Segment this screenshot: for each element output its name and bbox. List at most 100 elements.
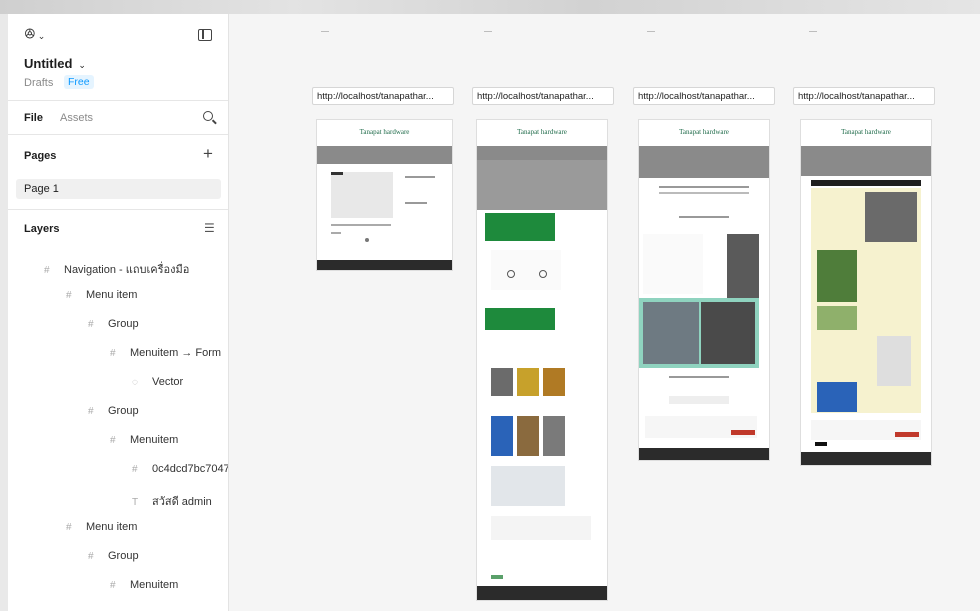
frame-marker: [809, 31, 817, 32]
layers-list-icon[interactable]: ☰: [204, 221, 215, 235]
warehouse-image: [643, 302, 699, 364]
nav-bar: [477, 146, 607, 160]
frame-url-label[interactable]: http://localhost/tanapathar...: [312, 87, 454, 105]
layer-item[interactable]: #0c4dcd7bc7047: [132, 463, 229, 475]
drafts-link[interactable]: Drafts: [24, 77, 53, 89]
layers-heading: Layers: [24, 223, 60, 235]
section-bar: [811, 180, 921, 186]
divider: [8, 209, 228, 210]
product-image: [817, 382, 857, 412]
figma-menu-button[interactable]: ꔮ ⌄: [24, 26, 45, 43]
small-button: [491, 575, 503, 579]
footer-info: [811, 420, 921, 440]
text-line: [331, 232, 341, 234]
image-placeholder: [331, 172, 393, 218]
plan-badge: Free: [64, 75, 94, 89]
frame-icon: #: [110, 580, 116, 591]
search-icon[interactable]: [203, 111, 213, 121]
site-header: Tanapat hardware: [317, 120, 452, 146]
product-image: [543, 368, 565, 396]
layer-item[interactable]: # Menu item: [66, 289, 137, 301]
file-title[interactable]: Untitled ⌄: [24, 56, 86, 71]
sidebar-toggle-icon[interactable]: [198, 29, 212, 41]
figma-logo-icon: ꔮ: [24, 26, 36, 43]
layer-label: 0c4dcd7bc7047: [152, 463, 229, 475]
social-buttons: [731, 430, 755, 435]
frame-url-label[interactable]: http://localhost/tanapathar...: [633, 87, 775, 105]
frame-icon: #: [66, 290, 72, 301]
add-page-icon[interactable]: +: [203, 144, 213, 164]
site-title: Tanapat hardware: [841, 128, 891, 136]
map-image: [491, 466, 565, 506]
layer-item[interactable]: # Menuitem: [110, 434, 178, 446]
dot: [365, 238, 369, 242]
page-item[interactable]: Page 1: [16, 179, 221, 199]
layer-item[interactable]: # Group: [88, 405, 139, 417]
frame-icon: #: [44, 265, 50, 276]
frame-icon: #: [132, 464, 138, 475]
icon-circle: [507, 270, 515, 278]
layer-item[interactable]: # Group: [88, 550, 139, 562]
text-line: [331, 224, 391, 226]
product-image: [491, 416, 513, 456]
frame-url-label[interactable]: http://localhost/tanapathar...: [472, 87, 614, 105]
tab-file[interactable]: File: [24, 112, 43, 124]
green-card: [485, 308, 555, 330]
layer-label: Group: [108, 318, 139, 330]
product-image: [727, 234, 759, 298]
layer-item[interactable]: T สวัสดี admin: [132, 492, 212, 510]
site-title: Tanapat hardware: [517, 128, 567, 136]
layers-panel: ꔮ ⌄ Untitled ⌄ Drafts Free File Assets Pag…: [8, 14, 229, 611]
hero-banner: [477, 160, 607, 210]
frame-icon: #: [88, 406, 94, 417]
frame-url-label[interactable]: http://localhost/tanapathar...: [793, 87, 935, 105]
frame-marker: [647, 31, 655, 32]
text-line: [669, 376, 729, 378]
text-line: [405, 176, 435, 178]
hero-banner: [317, 146, 452, 164]
text-line: [659, 192, 749, 194]
page-item-label: Page 1: [24, 183, 59, 195]
text-icon: T: [132, 497, 139, 508]
product-image: [865, 192, 917, 242]
layer-item[interactable]: # Navigation - แถบเครื่องมือ: [44, 260, 189, 278]
small-button: [815, 442, 827, 446]
layer-label: Menu item: [86, 521, 138, 533]
layer-label: Menuitem → Form: [130, 347, 222, 359]
layer-label: Vector: [152, 376, 184, 388]
site-footer: [477, 586, 607, 600]
text-line: [679, 216, 729, 218]
product-image: [877, 336, 911, 386]
top-blurred-strip: [0, 0, 980, 14]
layer-label: สวัสดี admin: [152, 496, 212, 508]
frame-marker: [321, 31, 329, 32]
layer-item[interactable]: # Menuitem → Form: [110, 347, 221, 359]
page-frame[interactable]: Tanapat hardware: [801, 120, 931, 465]
product-image: [517, 368, 539, 396]
product-image: [817, 250, 857, 302]
page-frame[interactable]: Tanapat hardware: [317, 120, 452, 270]
design-canvas[interactable]: http://localhost/tanapathar... http://lo…: [229, 14, 980, 611]
chevron-down-icon: ⌄: [37, 31, 46, 41]
tab-assets[interactable]: Assets: [60, 112, 93, 124]
frame-icon: #: [110, 348, 116, 359]
page-frame[interactable]: Tanapat hardware: [477, 120, 607, 600]
product-image: [491, 368, 513, 396]
layer-item[interactable]: # Menuitem: [110, 579, 178, 591]
product-image: [543, 416, 565, 456]
layer-item[interactable]: # Menu item: [66, 521, 137, 533]
frame-icon: #: [110, 435, 116, 446]
hero-banner: [801, 146, 931, 176]
layer-label: Group: [108, 550, 139, 562]
pages-heading: Pages: [24, 150, 57, 162]
frame-marker: [484, 31, 492, 32]
layer-item[interactable]: ◌ Vector: [132, 376, 183, 388]
footer-info: [491, 516, 591, 540]
page-frame[interactable]: Tanapat hardware: [639, 120, 769, 460]
text-block: [643, 234, 703, 294]
image-tag: [331, 172, 343, 175]
info-block: [491, 250, 561, 290]
frame-icon: #: [88, 319, 94, 330]
layer-item[interactable]: # Group: [88, 318, 139, 330]
hero-banner: [639, 146, 769, 178]
